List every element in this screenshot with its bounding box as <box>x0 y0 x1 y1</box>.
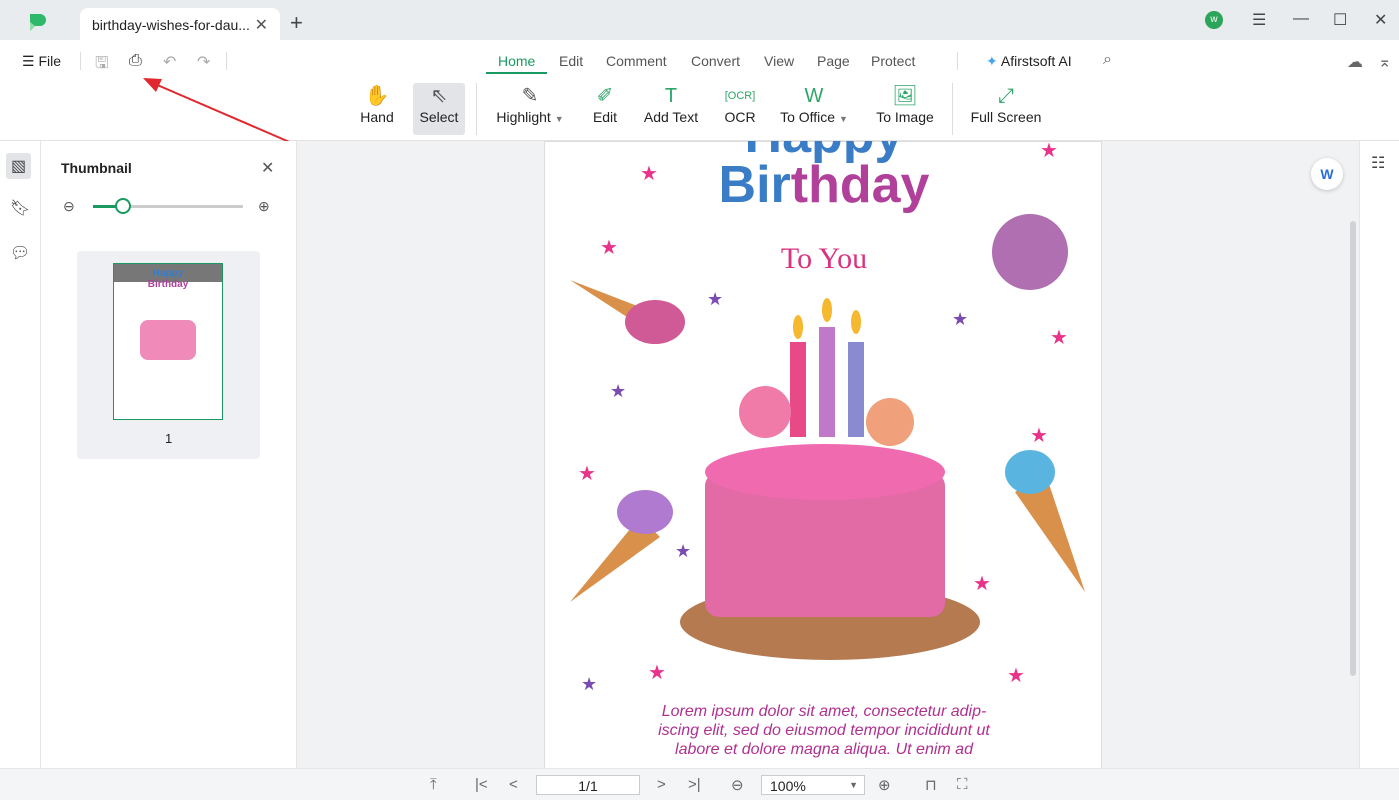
page-value: 1/1 <box>578 778 598 794</box>
svg-text:★: ★ <box>648 662 666 684</box>
fit-page-icon[interactable]: ⛶ <box>957 776 968 793</box>
comment-icon[interactable]: 💬︎ <box>10 243 30 263</box>
zoom-out-icon[interactable]: ⊖ <box>63 198 75 215</box>
document-viewer: ★★★★★★★★★ ★★★★★ HappyBirthday To You Lor… <box>297 141 1359 768</box>
svg-text:★: ★ <box>1007 665 1025 687</box>
thumbnail-panel: Thumbnail ✕ ⊖ ⊕ Happy Birthday 1 <box>41 141 297 768</box>
zoom-out-icon[interactable]: ⊖ <box>731 776 744 794</box>
svg-text:★: ★ <box>1050 327 1068 349</box>
body-line: labore et dolore magna aliqua. Ut enim a… <box>675 741 973 758</box>
birthday-illustration: ★★★★★★★★ ★ ★★★★★ <box>570 142 1085 694</box>
zoom-value: 100% <box>770 778 806 794</box>
properties-icon[interactable]: ☷ <box>1371 153 1385 173</box>
fit-width-icon[interactable]: ⊓ <box>925 776 937 794</box>
chevron-down-icon: ▼ <box>849 780 858 790</box>
zoom-in-icon[interactable]: ⊕ <box>878 776 891 794</box>
svg-text:★: ★ <box>675 541 691 561</box>
bookmark-icon[interactable]: 🔖︎ <box>10 198 30 218</box>
last-page-icon[interactable]: >| <box>688 776 701 793</box>
svg-text:★: ★ <box>581 674 597 694</box>
svg-text:★: ★ <box>578 463 596 485</box>
vertical-scrollbar[interactable] <box>1350 221 1356 676</box>
panel-title: Thumbnail <box>61 160 132 176</box>
left-rail: ▧ 🔖︎ 💬︎ <box>0 141 41 768</box>
page-number: 1 <box>165 431 173 446</box>
document-subtitle: To You <box>780 242 868 275</box>
svg-text:★: ★ <box>973 573 991 595</box>
svg-text:★: ★ <box>707 289 723 309</box>
next-page-icon[interactable]: > <box>657 776 666 793</box>
body-line: iscing elit, sed do eiusmod tempor incid… <box>658 722 990 739</box>
first-page-icon[interactable]: |< <box>475 776 488 793</box>
prev-page-icon[interactable]: < <box>509 776 518 793</box>
svg-text:★: ★ <box>1030 425 1048 447</box>
zoom-in-icon[interactable]: ⊕ <box>258 198 270 215</box>
thumbnail-panel-icon[interactable]: ▧ <box>6 153 32 179</box>
document-title: HappyBirthday <box>545 141 1103 211</box>
page-input[interactable]: 1/1 <box>536 775 640 795</box>
page-thumbnail[interactable]: Happy Birthday 1 <box>77 251 260 459</box>
close-panel-icon[interactable]: ✕ <box>261 158 274 178</box>
document-body: Lorem ipsum dolor sit amet, consectetur … <box>545 702 1103 759</box>
translate-button[interactable]: W <box>1311 158 1343 190</box>
pdf-page: ★★★★★★★★★ ★★★★★ HappyBirthday To You Lor… <box>544 141 1102 768</box>
svg-text:★: ★ <box>610 381 626 401</box>
body-line: Lorem ipsum dolor sit amet, consectetur … <box>661 703 987 720</box>
zoom-select[interactable]: 100% ▼ <box>761 775 865 795</box>
right-rail: ☷ <box>1359 141 1399 768</box>
scroll-top-icon[interactable]: ⤒ <box>430 776 437 793</box>
svg-text:★: ★ <box>952 309 968 329</box>
thumbnail-size-slider[interactable] <box>93 198 243 214</box>
status-bar: ⤒ |< < 1/1 > >| ⊖ 100% ▼ ⊕ ⊓ ⛶ <box>0 768 1399 800</box>
